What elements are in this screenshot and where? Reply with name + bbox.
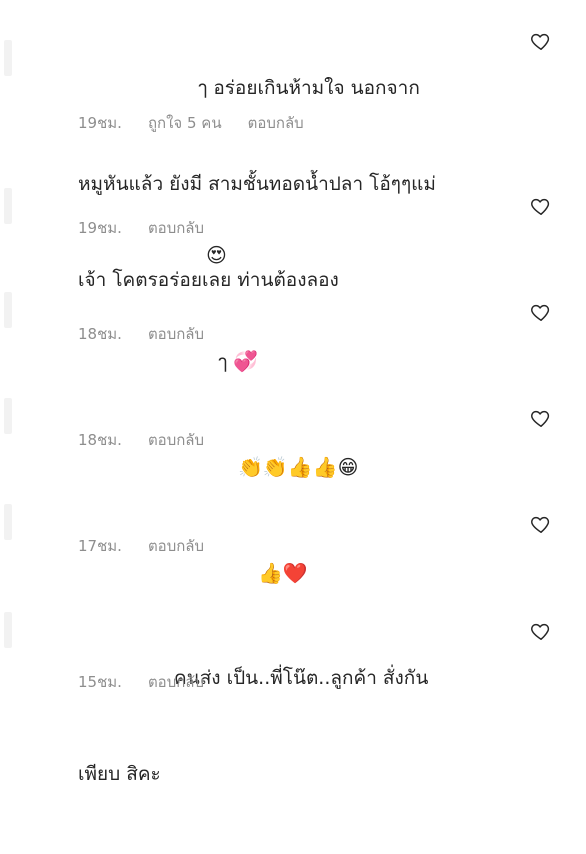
comment-time: 18ชม. <box>78 325 122 343</box>
redacted-username <box>78 246 206 267</box>
reply-link[interactable]: ตอบกลับ <box>148 670 204 694</box>
avatar[interactable] <box>4 188 12 224</box>
heart-icon[interactable] <box>530 407 552 429</box>
comment-emoji: 👏👏👍👍😁 <box>238 455 359 479</box>
avatar[interactable] <box>4 40 12 76</box>
redacted-username <box>78 78 198 99</box>
comment-meta: 17ชม. ตอบกลับ <box>78 534 204 558</box>
reply-link[interactable]: ตอบกลับ <box>148 428 204 452</box>
reply-link[interactable]: ตอบกลับ <box>148 322 204 346</box>
avatar[interactable] <box>4 504 12 540</box>
comment-meta: 15ชม. ตอบกลับ <box>78 670 204 694</box>
redacted-username <box>78 352 218 373</box>
comment-text: คนส่ง เป็น..พี่โน๊ต..ลูกค้า สั่งกัน เพีย… <box>78 667 429 785</box>
comment-time: 17ชม. <box>78 537 122 555</box>
heart-icon[interactable] <box>530 620 552 642</box>
likes-count-link[interactable]: ถูกใจ 5 คน <box>148 111 222 135</box>
comment-time: 15ชม. <box>78 673 122 691</box>
heart-icon[interactable] <box>530 513 552 535</box>
comment-time: 18ชม. <box>78 431 122 449</box>
comment-meta: 18ชม. ตอบกลับ <box>78 428 204 452</box>
comment-emoji: 😍 <box>206 243 227 267</box>
heart-icon[interactable] <box>530 195 552 217</box>
avatar[interactable] <box>4 612 12 648</box>
redacted-username <box>78 458 238 479</box>
reply-link[interactable]: ตอบกลับ <box>148 534 204 558</box>
comment-emoji: 💞 <box>233 349 259 373</box>
comment-meta: 19ชม. ถูกใจ 5 คน ตอบกลับ <box>78 111 304 135</box>
reply-link[interactable]: ตอบกลับ <box>148 216 204 240</box>
redacted-username <box>78 564 258 585</box>
comment-meta: 18ชม. ตอบกลับ <box>78 322 204 346</box>
heart-icon[interactable] <box>530 301 552 323</box>
avatar[interactable] <box>4 398 12 434</box>
comment-emoji: 👍❤️ <box>258 561 308 585</box>
comment-time: 19ชม. <box>78 219 122 237</box>
comment-meta: 19ชม. ตอบกลับ <box>78 216 204 240</box>
avatar[interactable] <box>4 292 12 328</box>
heart-icon[interactable] <box>530 30 552 52</box>
reply-link[interactable]: ตอบกลับ <box>248 111 304 135</box>
comment-time: 19ชม. <box>78 114 122 132</box>
